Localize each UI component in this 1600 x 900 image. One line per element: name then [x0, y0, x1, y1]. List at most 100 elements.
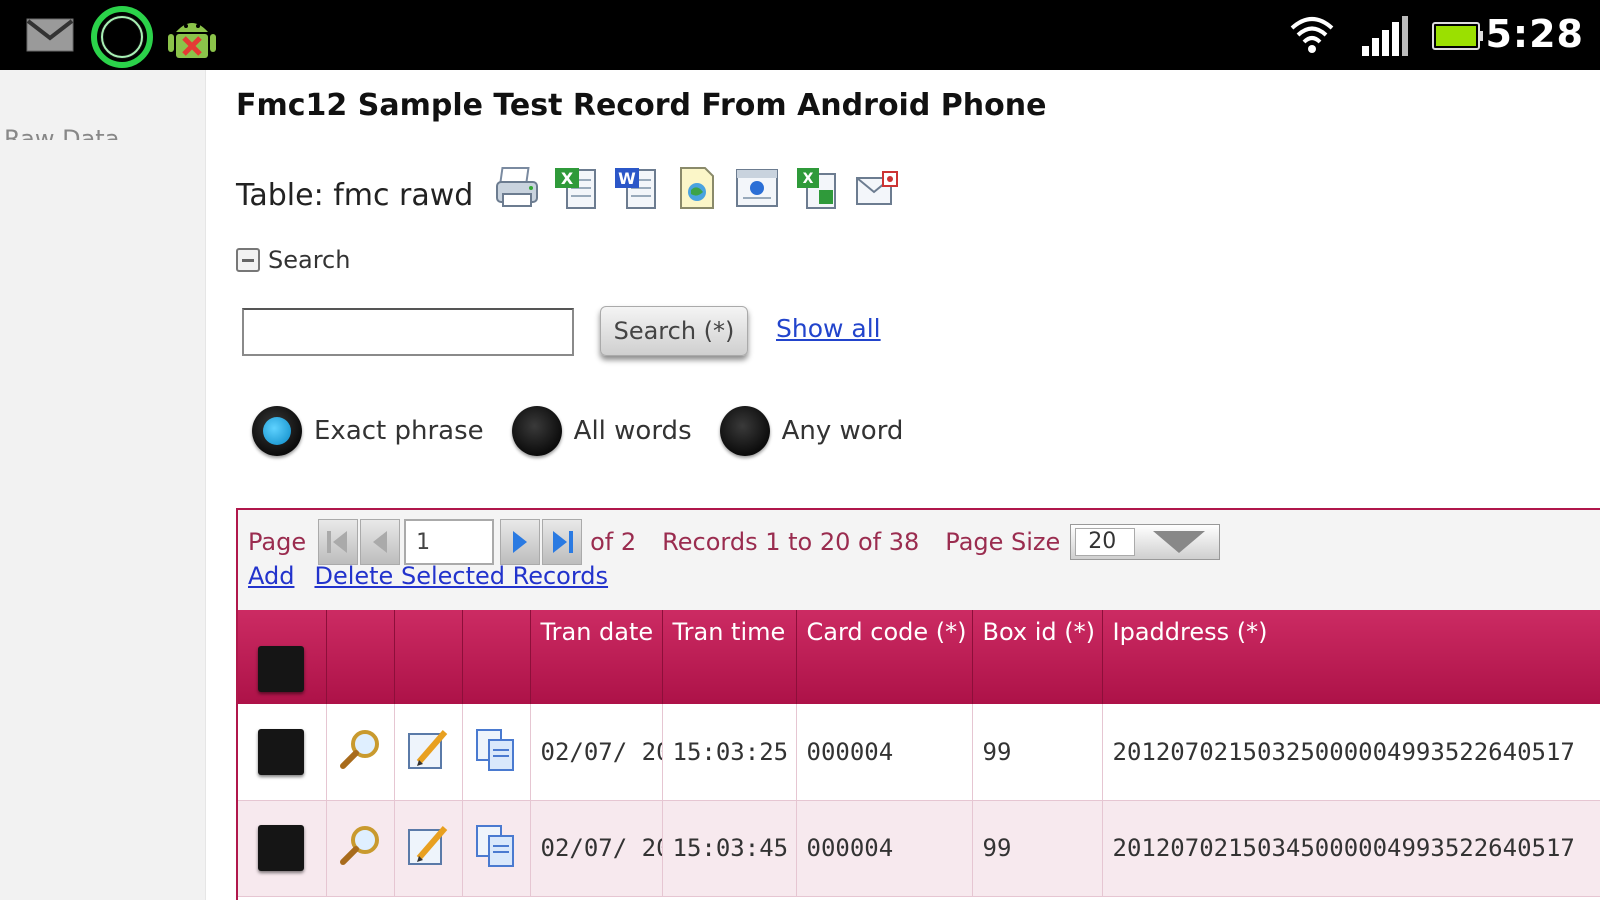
magnifier-icon[interactable] — [337, 822, 383, 868]
show-all-link[interactable]: Show all — [776, 314, 881, 343]
table-label: Table: fmc rawd — [236, 177, 474, 213]
radio-button[interactable] — [511, 406, 562, 456]
wifi-icon — [1290, 17, 1334, 53]
cell-tran-date: 02/07/ 2012 — [530, 800, 663, 897]
row-select-cell — [238, 800, 327, 897]
copy-cell — [462, 800, 531, 897]
collapse-icon[interactable] — [236, 248, 260, 272]
signal-icon — [1362, 16, 1408, 56]
page-number-input[interactable] — [404, 519, 495, 565]
radio-label: All words — [573, 416, 692, 446]
pager: Page of 2 Records 1 to 20 of 38 Page Siz… — [238, 510, 1600, 610]
svg-text:W: W — [619, 169, 637, 188]
radio-button-selected[interactable] — [252, 406, 302, 456]
copy-column-header — [462, 610, 531, 704]
first-page-button[interactable] — [318, 519, 359, 565]
column-header-tran-date[interactable]: Tran date — [530, 610, 663, 704]
next-page-icon — [513, 531, 528, 553]
search-input[interactable] — [242, 308, 574, 356]
column-header-card-code[interactable]: Card code (*) — [796, 610, 973, 704]
add-record-link[interactable]: Add — [248, 562, 294, 590]
view-cell — [326, 704, 395, 801]
magnifier-icon[interactable] — [337, 726, 383, 772]
column-header-ipaddress[interactable]: Ipaddress (*) — [1102, 610, 1600, 704]
records-table: Tran date Tran time Card code (*) Box id… — [238, 610, 1600, 897]
side-panel: Raw Data — [0, 70, 206, 900]
word-icon[interactable]: W — [613, 164, 661, 212]
svg-text:X: X — [803, 171, 814, 187]
view-column-header — [326, 610, 395, 704]
records-count-label: Records 1 to 20 of 38 — [662, 528, 920, 556]
excel-icon[interactable]: X — [553, 164, 601, 212]
last-page-icon — [553, 531, 574, 553]
edit-cell — [394, 800, 463, 897]
next-page-button[interactable] — [500, 519, 541, 565]
row-checkbox[interactable] — [258, 728, 304, 775]
table-row: 02/07/ 2012 15:03:45 000004 99 201207021… — [238, 800, 1600, 897]
cell-box-id: 99 — [972, 800, 1103, 897]
cell-card-code: 000004 — [796, 704, 973, 801]
android-debug-icon — [168, 23, 216, 58]
cell-card-code: 000004 — [796, 800, 973, 897]
radio-label: Any word — [781, 416, 904, 446]
prev-page-icon — [373, 531, 388, 553]
row-select-cell — [238, 704, 327, 801]
search-button[interactable]: Search (*) — [600, 306, 748, 356]
delete-selected-link[interactable]: Delete Selected Records — [314, 562, 608, 590]
html-icon[interactable] — [673, 164, 721, 212]
copy-cell — [462, 704, 531, 801]
radio-all-words[interactable]: All words — [511, 406, 692, 456]
radio-button[interactable] — [719, 406, 770, 456]
page-size-label: Page Size — [945, 528, 1061, 556]
radio-exact-phrase[interactable]: Exact phrase — [252, 406, 484, 456]
copy-icon[interactable] — [473, 726, 519, 772]
cell-box-id: 99 — [972, 704, 1103, 801]
page-count-label: of 2 — [590, 528, 637, 556]
prev-page-button[interactable] — [360, 519, 401, 565]
page-size-select[interactable]: 20 — [1070, 524, 1221, 560]
xml-icon[interactable] — [733, 164, 781, 212]
column-header-box-id[interactable]: Box id (*) — [972, 610, 1103, 704]
records-grid-panel: Page of 2 Records 1 to 20 of 38 Page Siz… — [236, 508, 1600, 900]
table-header-row: Tran date Tran time Card code (*) Box id… — [238, 610, 1600, 704]
dropdown-arrow-icon — [1153, 531, 1206, 553]
edit-icon[interactable] — [405, 822, 451, 868]
status-clock: 5:28 — [1485, 12, 1584, 56]
cell-ipaddress: 20120702150325000004993522640517 — [1102, 704, 1600, 801]
column-header-tran-time[interactable]: Tran time — [662, 610, 797, 704]
copy-icon[interactable] — [473, 822, 519, 868]
search-toggle-label: Search — [268, 246, 351, 274]
select-all-checkbox[interactable] — [258, 646, 304, 692]
edit-icon[interactable] — [405, 726, 451, 772]
sync-icon — [91, 6, 153, 68]
gmail-icon[interactable] — [26, 18, 74, 52]
battery-icon — [1432, 22, 1483, 50]
search-mode-group: Exact phrase All words Any word — [252, 406, 931, 456]
cell-tran-time: 15:03:45 — [662, 800, 797, 897]
last-page-button[interactable] — [542, 519, 583, 565]
csv-icon[interactable]: X — [793, 164, 841, 212]
search-toggle[interactable]: Search — [236, 246, 350, 274]
row-checkbox[interactable] — [258, 825, 304, 871]
status-bar: 5:28 — [0, 0, 1600, 70]
page-size-value: 20 — [1075, 528, 1136, 556]
cell-ipaddress: 20120702150345000004993522640517 — [1102, 800, 1600, 897]
first-page-icon — [327, 531, 348, 553]
table-toolbar: Table: fmc rawd X W X — [236, 160, 913, 216]
edit-column-header — [394, 610, 463, 704]
printer-icon[interactable] — [493, 164, 541, 212]
cell-tran-time: 15:03:25 — [662, 704, 797, 801]
radio-any-word[interactable]: Any word — [719, 406, 904, 456]
page-title: Fmc12 Sample Test Record From Android Ph… — [236, 88, 1047, 123]
email-icon[interactable] — [853, 164, 901, 212]
page-label: Page — [248, 528, 307, 556]
view-cell — [326, 800, 395, 897]
table-row: 02/07/ 2012 15:03:25 000004 99 201207021… — [238, 704, 1600, 801]
pager-actions: Add Delete Selected Records — [248, 562, 608, 590]
pager-row: Page of 2 Records 1 to 20 of 38 Page Siz… — [248, 518, 1221, 566]
side-cut-text: Raw Data — [4, 125, 120, 140]
select-all-header — [238, 610, 327, 704]
edit-cell — [394, 704, 463, 801]
svg-text:X: X — [561, 169, 574, 188]
radio-label: Exact phrase — [314, 416, 484, 446]
